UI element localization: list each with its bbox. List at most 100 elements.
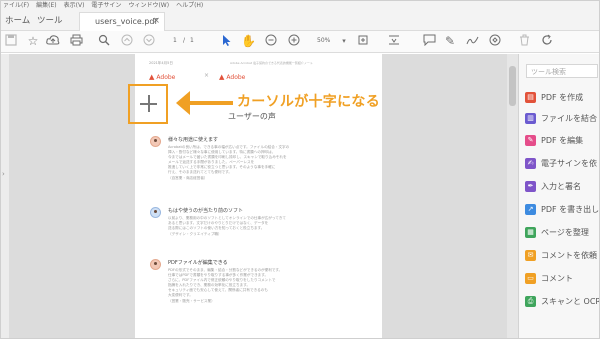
- tool-label: スキャンと OCR: [541, 296, 600, 306]
- testimonial-line: （デザイン・クリエイティブ職）: [168, 232, 222, 236]
- menu-esign[interactable]: 電子サイン: [91, 1, 121, 11]
- comment-icon[interactable]: [422, 34, 436, 48]
- brand-left: ▲ Adobe: [149, 73, 175, 81]
- zoom-level[interactable]: 50%: [317, 37, 330, 44]
- tab-document-label: users_voice.pdf: [95, 17, 158, 26]
- menu-help[interactable]: ヘルプ(H): [176, 1, 203, 11]
- testimonial-line: 行え、そのまま送れてとても便利です。: [168, 170, 232, 174]
- testimonial-heading: もはや使うのが当たり前のソフト: [168, 208, 244, 214]
- crosshair-cursor-icon: [148, 95, 150, 112]
- app-window: ァイル(F) 編集(E) 表示(V) 電子サイン ウィンドウ(W) ヘルプ(H)…: [0, 0, 600, 339]
- tool-search-input[interactable]: ツール検索: [526, 64, 598, 78]
- previous-page-icon[interactable]: [120, 34, 134, 48]
- organize-pages-icon: ▦: [525, 226, 536, 238]
- export-pdf-icon: ↗: [525, 203, 536, 215]
- toolbar: ☆ 1 / 1 ✋ 50% ▾ ✎: [1, 31, 599, 53]
- request-comments-icon: ✉: [525, 249, 536, 261]
- tool-scan-ocr[interactable]: ⎙ スキャンと OCR: [525, 294, 600, 308]
- adobe-logo-icon: ▲: [149, 73, 155, 81]
- tab-document[interactable]: users_voice.pdf ×: [79, 12, 165, 31]
- scrollbar-thumb[interactable]: [509, 66, 516, 106]
- hand-tool-icon[interactable]: ✋: [241, 34, 256, 48]
- vertical-scrollbar[interactable]: [507, 54, 518, 338]
- menu-bar: ァイル(F) 編集(E) 表示(V) 電子サイン ウィンドウ(W) ヘルプ(H): [1, 1, 599, 11]
- sign-icon[interactable]: [465, 34, 479, 48]
- menu-edit[interactable]: 編集(E): [36, 1, 56, 11]
- brand-right-label: Adobe: [226, 73, 246, 81]
- user-avatar: [150, 136, 161, 147]
- menu-file[interactable]: ァイル(F): [3, 1, 29, 11]
- testimonial-line: 送る際にはこのソフトの使い方を知っておくと役立ちます。: [168, 226, 265, 230]
- menu-window[interactable]: ウィンドウ(W): [128, 1, 169, 11]
- user-avatar: [150, 259, 161, 270]
- tool-label: ファイルを結合: [541, 113, 597, 123]
- brand-left-label: Adobe: [156, 73, 176, 81]
- save-icon[interactable]: [4, 34, 18, 48]
- tab-tools[interactable]: ツール: [37, 14, 63, 26]
- testimonial-line: （営業・販売・サービス業）: [168, 299, 215, 303]
- bookmark-star-icon[interactable]: ☆: [26, 34, 40, 48]
- menu-view[interactable]: 表示(V): [64, 1, 85, 11]
- tool-search-placeholder: ツール検索: [531, 68, 566, 76]
- rotate-icon[interactable]: [540, 34, 554, 48]
- edit-pdf-icon: ✎: [525, 134, 536, 146]
- tool-label: ページを整理: [541, 227, 589, 237]
- annotation-arrow-line: [185, 101, 233, 105]
- pen-icon[interactable]: ✎: [443, 34, 457, 48]
- print-icon[interactable]: [69, 34, 83, 48]
- tool-label: PDF を編集: [541, 135, 584, 145]
- scan-ocr-icon: ⎙: [525, 295, 536, 307]
- tool-label: コメントを依頼: [541, 250, 597, 260]
- tool-label: コメント: [541, 273, 573, 283]
- tool-create-pdf[interactable]: ▤ PDF を作成: [525, 90, 583, 104]
- zoom-out-icon[interactable]: [264, 34, 278, 48]
- testimonial-line: 大変便利です。: [168, 293, 193, 297]
- document-title: ユーザーの声: [228, 112, 276, 121]
- tool-label: PDF を作成: [541, 92, 584, 102]
- tool-edit-pdf[interactable]: ✎ PDF を編集: [525, 133, 583, 147]
- brand-separator: ×: [204, 72, 210, 79]
- testimonial-line: （自営業・商店経営者）: [168, 176, 208, 180]
- upload-cloud-icon[interactable]: [46, 34, 60, 48]
- tool-label: PDF を書き出し: [541, 204, 600, 214]
- annotation-label: カーソルが十字になる: [237, 94, 380, 110]
- adobe-logo-icon: ▲: [219, 73, 225, 81]
- brand-right: ▲ Adobe: [219, 73, 245, 81]
- document-running-head: Adobe Acrobat 電子契約のできる代表的機能一覧紹介ノート: [230, 61, 313, 65]
- tool-organize-pages[interactable]: ▦ ページを整理: [525, 225, 589, 239]
- tab-home[interactable]: ホーム: [5, 14, 30, 26]
- tool-request-signature[interactable]: ✍ 電子サインを依: [525, 156, 597, 170]
- document-date: 2021年4月5日: [149, 61, 173, 65]
- request-signature-icon: ✍: [525, 157, 536, 169]
- combine-files-icon: ▥: [525, 112, 536, 124]
- select-cursor-icon[interactable]: [220, 34, 234, 48]
- tab-bar: ホーム ツール users_voice.pdf ×: [1, 11, 599, 31]
- page-number-total: 1: [190, 37, 194, 44]
- scroll-mode-icon[interactable]: [387, 34, 401, 48]
- testimonial-heading: PDFファイルが編集できる: [168, 260, 228, 266]
- tool-label: 電子サインを依: [541, 158, 597, 168]
- page-separator: /: [183, 37, 186, 44]
- delete-icon[interactable]: [517, 34, 531, 48]
- find-icon[interactable]: [97, 34, 111, 48]
- zoom-dropdown-chevron-icon[interactable]: ▾: [337, 34, 351, 48]
- fill-sign-icon: ✒: [525, 180, 536, 192]
- link-icon[interactable]: [488, 34, 502, 48]
- testimonial-heading: 様々な用途に使えます: [168, 137, 219, 143]
- zoom-in-icon[interactable]: [287, 34, 301, 48]
- fit-page-icon[interactable]: [356, 34, 370, 48]
- expand-left-panel-chevron-icon[interactable]: ›: [2, 170, 5, 178]
- page-number-current[interactable]: 1: [173, 37, 177, 44]
- tool-fill-sign[interactable]: ✒ 入力と署名: [525, 179, 581, 193]
- tool-export-pdf[interactable]: ↗ PDF を書き出し: [525, 202, 599, 216]
- tool-comment[interactable]: ▭ コメント: [525, 271, 573, 285]
- left-panel-toggle[interactable]: ›: [1, 54, 10, 338]
- tool-combine-files[interactable]: ▥ ファイルを結合: [525, 111, 597, 125]
- next-page-icon[interactable]: [142, 34, 156, 48]
- user-avatar: [150, 207, 161, 218]
- tab-close-icon[interactable]: ×: [152, 16, 160, 26]
- create-pdf-icon: ▤: [525, 91, 536, 103]
- tool-label: 入力と署名: [541, 181, 581, 191]
- tool-request-comments[interactable]: ✉ コメントを依頼: [525, 248, 597, 262]
- comment-icon: ▭: [525, 272, 536, 284]
